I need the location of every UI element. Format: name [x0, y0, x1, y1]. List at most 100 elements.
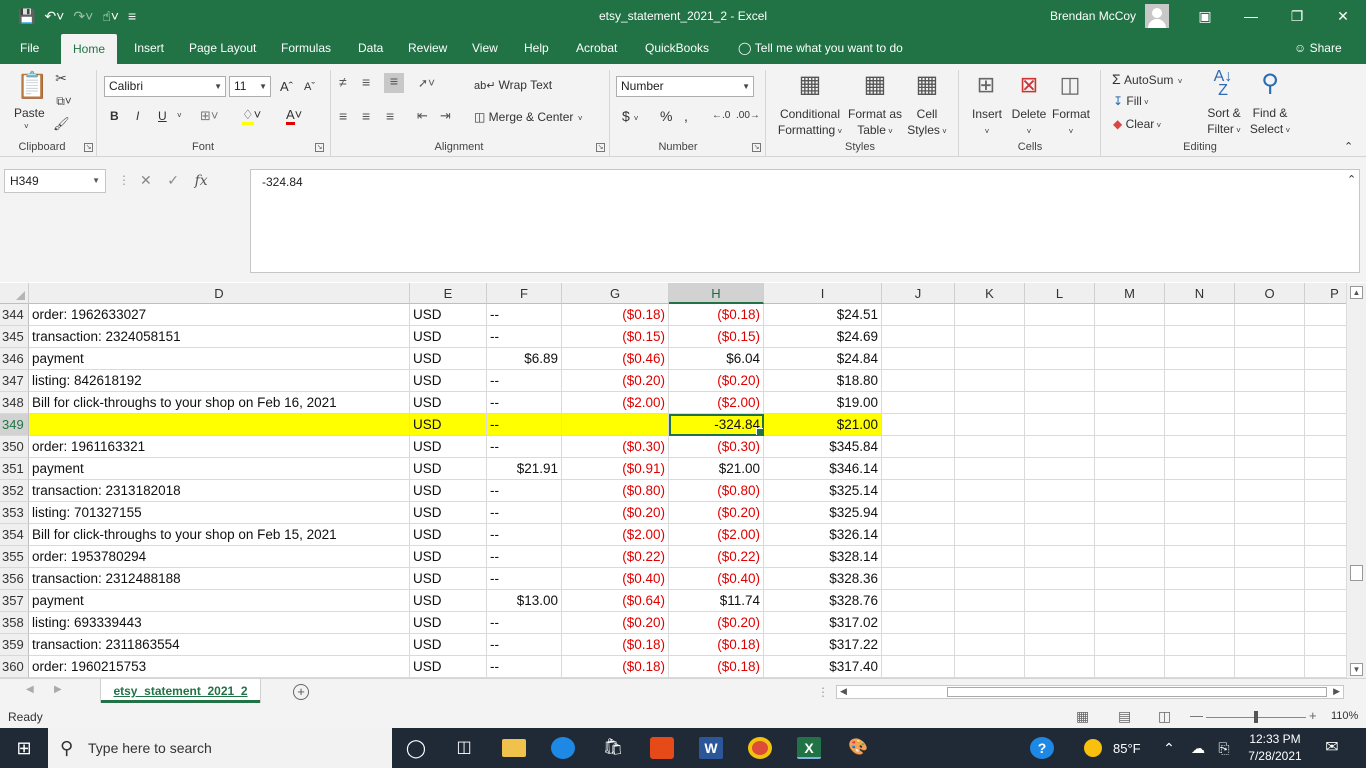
cell-empty[interactable]	[955, 414, 1025, 436]
cell-empty[interactable]	[1305, 458, 1346, 480]
page-break-view-icon[interactable]: ◫	[1158, 708, 1171, 725]
row-header[interactable]: 348	[0, 392, 29, 414]
cell-empty[interactable]	[1025, 612, 1095, 634]
cell-empty[interactable]	[1165, 612, 1235, 634]
cell-empty[interactable]	[1025, 546, 1095, 568]
cell-styles-icon[interactable]: ▦	[912, 70, 942, 99]
minimize-icon[interactable]: —	[1236, 6, 1266, 26]
cell-d[interactable]: listing: 693339443	[29, 612, 410, 634]
conditional-formatting-button[interactable]: Conditional Formatting ˅	[776, 106, 844, 140]
align-right-icon[interactable]: ≡	[386, 108, 394, 124]
cell-empty[interactable]	[955, 656, 1025, 678]
cell-d[interactable]: listing: 701327155	[29, 502, 410, 524]
cell-f[interactable]: --	[487, 502, 562, 524]
row-header[interactable]: 346	[0, 348, 29, 370]
taskbar-clock[interactable]: 12:33 PM 7/28/2021	[1240, 731, 1310, 765]
cell-g[interactable]: ($0.20)	[562, 612, 669, 634]
cell-h[interactable]: ($0.15)	[669, 326, 764, 348]
decrease-font-icon[interactable]: Aˇ	[304, 81, 315, 93]
cell-empty[interactable]	[1235, 612, 1305, 634]
cell-d[interactable]: payment	[29, 458, 410, 480]
cell-h[interactable]: $6.04	[669, 348, 764, 370]
cell-d[interactable]: Bill for click-throughs to your shop on …	[29, 524, 410, 546]
column-header-f[interactable]: F	[487, 283, 562, 304]
increase-font-icon[interactable]: Aˆ	[280, 79, 293, 94]
cell-h[interactable]: ($0.40)	[669, 568, 764, 590]
cell-empty[interactable]	[955, 590, 1025, 612]
column-header-n[interactable]: N	[1165, 283, 1235, 304]
cell-empty[interactable]	[882, 370, 955, 392]
avatar[interactable]	[1145, 4, 1169, 28]
cell-empty[interactable]	[1165, 392, 1235, 414]
cell-empty[interactable]	[955, 568, 1025, 590]
cell-i[interactable]: $328.76	[764, 590, 882, 612]
cell-e[interactable]: USD	[410, 568, 487, 590]
tab-page-layout[interactable]: Page Layout	[187, 32, 258, 64]
cell-empty[interactable]	[1025, 348, 1095, 370]
insert-cells-button[interactable]: Insert ˅	[970, 106, 1004, 140]
cell-h[interactable]: ($0.30)	[669, 436, 764, 458]
cell-g[interactable]: ($2.00)	[562, 524, 669, 546]
vertical-scrollbar[interactable]: ▲ ▼	[1346, 283, 1366, 678]
cell-empty[interactable]	[1025, 656, 1095, 678]
cell-empty[interactable]	[882, 568, 955, 590]
cell-empty[interactable]	[1165, 590, 1235, 612]
font-size-select[interactable]: 11 ▼	[229, 76, 271, 97]
cell-d[interactable]: transaction: 2324058151	[29, 326, 410, 348]
cortana-icon[interactable]: ◯	[404, 737, 428, 759]
cell-empty[interactable]	[1095, 634, 1165, 656]
row-header[interactable]: 360	[0, 656, 29, 678]
select-all-corner[interactable]	[0, 283, 29, 304]
tab-help[interactable]: Help	[522, 32, 551, 64]
add-sheet-icon[interactable]: +	[293, 684, 309, 700]
cell-e[interactable]: USD	[410, 326, 487, 348]
bold-icon[interactable]: B	[110, 109, 119, 123]
network-icon[interactable]: ⎘	[1212, 737, 1236, 759]
cell-empty[interactable]	[1095, 524, 1165, 546]
accounting-format-icon[interactable]: $ ˅	[622, 108, 638, 124]
cell-empty[interactable]	[882, 458, 955, 480]
cell-h[interactable]: ($0.22)	[669, 546, 764, 568]
row-header[interactable]: 345	[0, 326, 29, 348]
cell-empty[interactable]	[1025, 502, 1095, 524]
row-header[interactable]: 352	[0, 480, 29, 502]
temperature[interactable]: 85°F	[1113, 741, 1141, 756]
cell-empty[interactable]	[1025, 370, 1095, 392]
number-format-select[interactable]: Number ▼	[616, 76, 754, 97]
cell-empty[interactable]	[1305, 502, 1346, 524]
cell-e[interactable]: USD	[410, 348, 487, 370]
cell-i[interactable]: $325.94	[764, 502, 882, 524]
cell-e[interactable]: USD	[410, 436, 487, 458]
tab-quickbooks[interactable]: QuickBooks	[643, 32, 711, 64]
format-painter-icon[interactable]: 🖌	[53, 116, 70, 132]
autosum-button[interactable]: Σ AutoSum ˅	[1112, 71, 1182, 87]
format-cells-button[interactable]: Format ˅	[1050, 106, 1092, 140]
cell-empty[interactable]	[1305, 546, 1346, 568]
cell-empty[interactable]	[1025, 414, 1095, 436]
cell-empty[interactable]	[1095, 568, 1165, 590]
scroll-right-icon[interactable]: ▶	[1333, 686, 1340, 697]
column-header-m[interactable]: M	[1095, 283, 1165, 304]
cell-empty[interactable]	[882, 392, 955, 414]
clear-button[interactable]: ◆ Clear ˅	[1113, 117, 1161, 131]
cell-empty[interactable]	[955, 524, 1025, 546]
page-layout-view-icon[interactable]: ▤	[1118, 708, 1131, 725]
show-hidden-icons-icon[interactable]: ⌃	[1157, 737, 1181, 759]
cell-empty[interactable]	[1095, 326, 1165, 348]
cell-i[interactable]: $328.14	[764, 546, 882, 568]
cell-empty[interactable]	[955, 546, 1025, 568]
cell-f[interactable]: $6.89	[487, 348, 562, 370]
cell-g[interactable]	[562, 414, 669, 436]
cell-d[interactable]: transaction: 2311863554	[29, 634, 410, 656]
notifications-icon[interactable]: ✉	[1320, 737, 1344, 759]
comma-style-icon[interactable]: ,	[684, 108, 688, 124]
cell-empty[interactable]	[1095, 304, 1165, 326]
cell-h[interactable]: ($0.20)	[669, 370, 764, 392]
cell-d[interactable]: payment	[29, 348, 410, 370]
find-select-icon[interactable]: ⚲	[1255, 69, 1285, 98]
cell-e[interactable]: USD	[410, 634, 487, 656]
cut-icon[interactable]: ✂	[53, 70, 69, 87]
column-header-g[interactable]: G	[562, 283, 669, 304]
insert-cells-icon[interactable]: ⊞	[972, 72, 1000, 98]
row-header[interactable]: 351	[0, 458, 29, 480]
